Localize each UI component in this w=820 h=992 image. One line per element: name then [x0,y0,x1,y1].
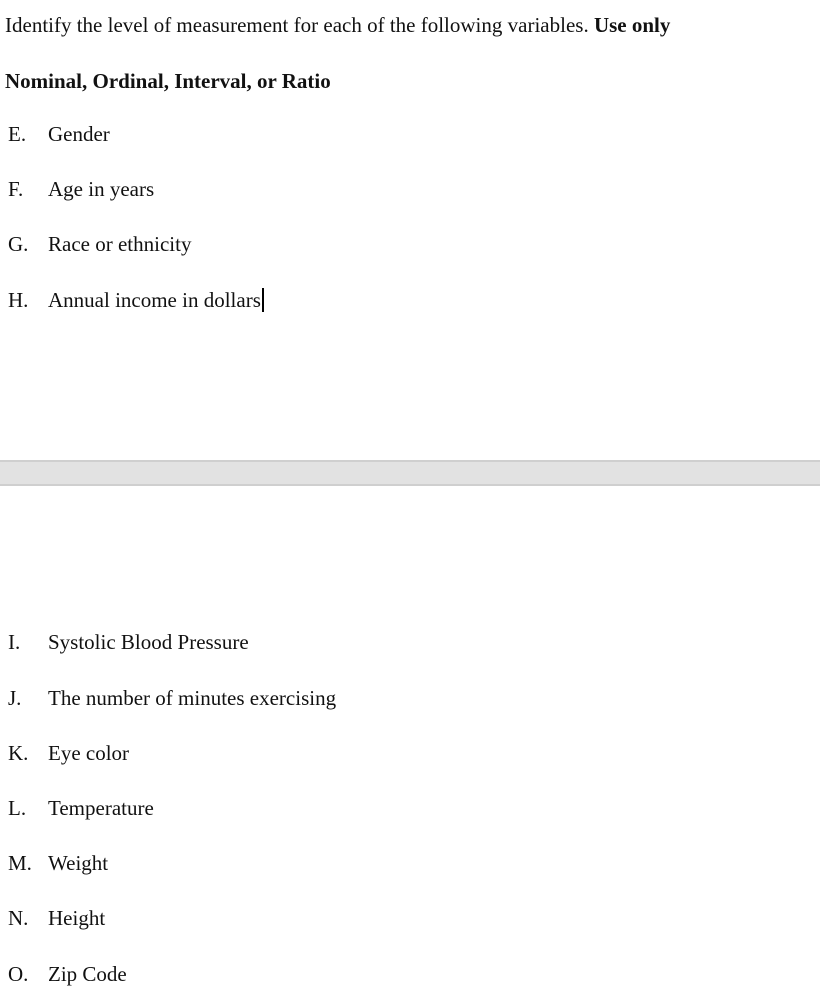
list-item[interactable]: H. Annual income in dollars [8,287,264,313]
item-letter: N. [8,906,29,930]
item-text: Race or ethnicity [48,232,192,256]
options-line: Nominal, Ordinal, Interval, or Ratio [5,69,331,93]
instructions-text: Identify the level of measurement for ea… [5,13,589,37]
item-letter: K. [8,741,29,765]
item-text: Eye color [48,741,130,765]
instructions-line: Identify the level of measurement for ea… [5,12,670,38]
list-item: O. Zip Code [8,961,127,987]
item-letter: G. [8,232,29,256]
item-letter: L. [8,796,27,820]
text-cursor [261,288,264,312]
item-letter: M. [8,851,32,875]
item-letter: O. [8,962,29,986]
item-letter: H. [8,288,29,312]
list-item: F. Age in years [8,176,154,202]
instructions-bold: Use only [593,13,671,37]
list-item: J. The number of minutes exercising [8,685,336,711]
item-letter: I. [8,630,21,654]
list-item: I. Systolic Blood Pressure [8,629,249,655]
list-item: K. Eye color [8,740,129,766]
list-item: M. Weight [8,850,108,876]
item-text: Weight [48,851,109,875]
item-text: Age in years [48,177,155,201]
item-letter: J. [8,686,22,710]
list-item: E. Gender [8,121,110,147]
item-text: Height [48,906,106,930]
list-item: L. Temperature [8,795,154,821]
item-text[interactable]: Annual income in dollars [48,288,261,312]
item-text: Systolic Blood Pressure [48,630,249,654]
list-item: G. Race or ethnicity [8,231,191,257]
item-text: Zip Code [48,962,127,986]
page-break [0,460,820,486]
item-text: Temperature [48,796,154,820]
item-text: The number of minutes exercising [48,686,337,710]
list-item: N. Height [8,905,105,931]
item-letter: E. [8,122,27,146]
item-letter: F. [8,177,24,201]
item-text: Gender [48,122,110,146]
